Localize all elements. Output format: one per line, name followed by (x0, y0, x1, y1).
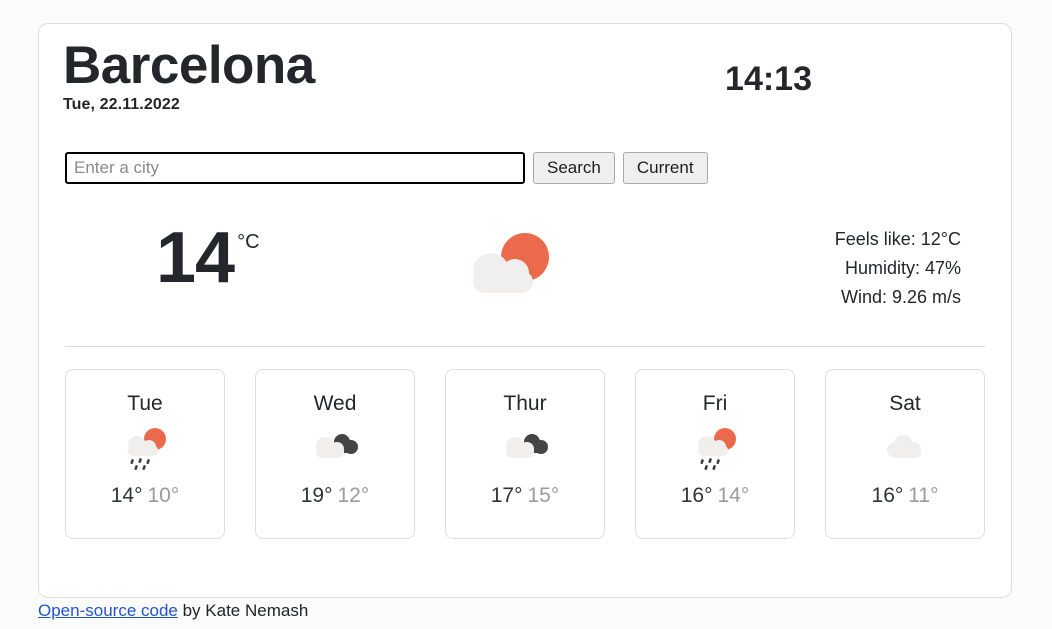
forecast-day-label: Fri (702, 392, 728, 416)
forecast-list: Tue 14° 10° Wed 19° 12° Thur 17° 15° Fri… (65, 369, 987, 540)
forecast-max-temp: 19° (300, 484, 333, 508)
forecast-min-temp: 15° (527, 484, 560, 508)
search-form: Search Current (65, 152, 987, 185)
dark-cloud-icon (307, 422, 363, 478)
humidity-text: Humidity: 47% (844, 258, 961, 279)
forecast-temps: 16° 14° (681, 484, 750, 508)
app-content: Barcelona Tue, 22.11.2022 14:13 Search C… (39, 24, 1011, 540)
forecast-card-sat[interactable]: Sat 16° 11° (825, 369, 985, 540)
current-location-button[interactable]: Current (622, 152, 708, 185)
wind-text: Wind: 9.26 m/s (840, 287, 961, 308)
current-time: 14:13 (725, 60, 812, 98)
temperature-unit: °C (237, 231, 260, 254)
forecast-max-temp: 17° (490, 484, 523, 508)
forecast-max-temp: 16° (680, 484, 713, 508)
forecast-min-temp: 14° (717, 484, 750, 508)
search-button[interactable]: Search (533, 152, 615, 185)
forecast-max-temp: 16° (871, 484, 904, 508)
cloud-icon (877, 422, 933, 478)
feels-like-text: Feels like: 12°C (834, 229, 961, 250)
forecast-min-temp: 10° (147, 484, 180, 508)
footer: Open-source code by Kate Nemash (38, 601, 308, 621)
forecast-temps: 14° 10° (111, 484, 180, 508)
forecast-min-temp: 12° (337, 484, 370, 508)
forecast-card-wed[interactable]: Wed 19° 12° (255, 369, 415, 540)
sun-behind-rain-cloud-icon (117, 422, 173, 478)
open-source-link[interactable]: Open-source code (38, 601, 178, 620)
forecast-temps: 17° 15° (491, 484, 560, 508)
forecast-temps: 16° 11° (872, 484, 939, 508)
forecast-min-temp: 11° (908, 484, 939, 508)
forecast-card-thur[interactable]: Thur 17° 15° (445, 369, 605, 540)
footer-byline: by Kate Nemash (177, 601, 309, 620)
search-input[interactable] (65, 152, 525, 185)
dark-cloud-icon (497, 422, 553, 478)
current-weather: 14 °C Feels like: 12°C Humidity: 47% Win… (63, 221, 987, 333)
current-temperature-value: 14 (156, 218, 235, 299)
forecast-day-label: Sat (889, 392, 921, 416)
forecast-max-temp: 14° (110, 484, 143, 508)
forecast-day-label: Wed (313, 392, 357, 416)
page-title: Barcelona (63, 36, 315, 95)
current-temperature-block: 14 °C (156, 218, 260, 299)
location-block: Barcelona Tue, 22.11.2022 (63, 36, 315, 114)
forecast-temps: 19° 12° (301, 484, 370, 508)
sun-behind-rain-cloud-icon (687, 422, 743, 478)
weather-details: Feels like: 12°C Humidity: 47% Wind: 9.2… (835, 221, 961, 312)
section-divider (65, 346, 985, 348)
forecast-card-tue[interactable]: Tue 14° 10° (65, 369, 225, 540)
app-header: Barcelona Tue, 22.11.2022 14:13 (63, 36, 987, 114)
forecast-card-fri[interactable]: Fri 16° 14° (635, 369, 795, 540)
current-date: Tue, 22.11.2022 (63, 96, 180, 114)
forecast-day-label: Tue (127, 392, 163, 416)
forecast-day-label: Thur (503, 392, 547, 416)
sun-behind-cloud-icon (455, 227, 559, 312)
weather-app-card: Barcelona Tue, 22.11.2022 14:13 Search C… (38, 23, 1012, 598)
